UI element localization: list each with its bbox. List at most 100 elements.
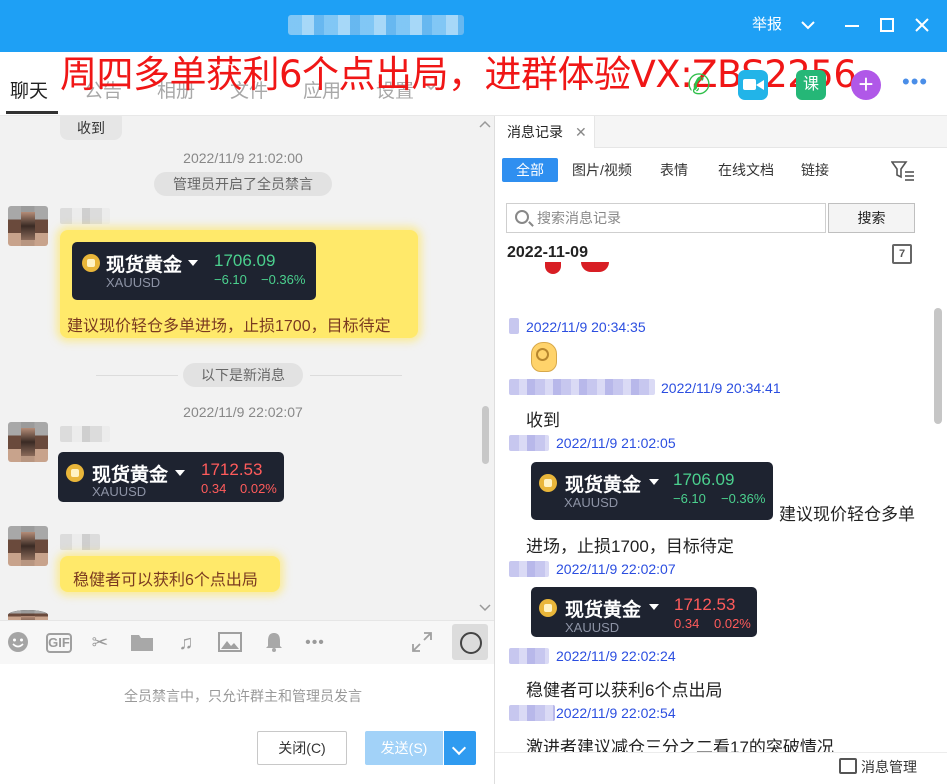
stock-quote-card[interactable]: 现货黄金 XAUUSD 1706.09 −6.10 −0.36%	[72, 242, 316, 300]
close-icon[interactable]	[914, 14, 930, 36]
stock-quote-card[interactable]: 现货黄金 XAUUSD 1712.53 0.34 0.02%	[58, 452, 284, 502]
message-text: 建议现价轻仓多单进场，止损1700，目标待定	[67, 318, 391, 335]
history-message-text: 收到	[526, 411, 560, 430]
stock-name: 现货黄金	[106, 255, 183, 276]
avatar[interactable]	[8, 206, 48, 246]
sender-name-redacted	[509, 435, 549, 451]
chevron-down-icon[interactable]	[800, 14, 818, 36]
phone-icon[interactable]: ✆	[684, 70, 714, 100]
chat-message-area[interactable]: 收到 2022/11/9 21:02:00 管理员开启了全员禁言 现货黄金 XA…	[0, 116, 494, 620]
history-clock-icon[interactable]	[452, 624, 488, 660]
stock-price: 1706.09	[214, 251, 276, 270]
stock-change-percent: 0.02%	[240, 481, 277, 496]
sender-name-redacted	[509, 705, 555, 721]
stock-name: 现货黄金	[565, 475, 642, 496]
ok-hand-emoji-icon[interactable]	[531, 342, 557, 372]
minimize-icon[interactable]	[844, 14, 860, 36]
image-thumbnail[interactable]	[531, 262, 655, 276]
history-scrollbar-thumb[interactable]	[934, 308, 942, 424]
more-icon[interactable]: •••	[902, 70, 936, 100]
close-tab-icon[interactable]: ✕	[575, 116, 587, 148]
stock-code: XAUUSD	[565, 620, 620, 635]
send-options-dropdown[interactable]	[444, 731, 476, 765]
video-call-icon[interactable]	[738, 70, 768, 100]
expand-icon[interactable]	[410, 631, 434, 655]
filter-all[interactable]: 全部	[502, 158, 558, 182]
scroll-down-icon[interactable]	[479, 602, 491, 616]
image-icon[interactable]	[218, 631, 242, 655]
add-icon[interactable]: +	[851, 70, 881, 100]
sender-name-redacted	[60, 208, 110, 224]
music-icon[interactable]: ♫	[174, 631, 198, 655]
history-message-text: 建议现价轻仓多单	[779, 505, 915, 524]
message-input-area[interactable]	[0, 664, 494, 784]
message-manager-icon[interactable]	[839, 758, 857, 774]
sender-name-redacted	[509, 648, 549, 664]
history-tab-label: 消息记录	[507, 124, 563, 140]
folder-icon[interactable]	[130, 631, 154, 655]
stock-price: 1712.53	[674, 595, 736, 614]
filter-images-videos[interactable]: 图片/视频	[565, 158, 639, 182]
close-button[interactable]: 关闭(C)	[257, 731, 347, 765]
sender-name-redacted	[60, 534, 100, 550]
bell-icon[interactable]	[262, 631, 286, 655]
filter-links[interactable]: 链接	[797, 158, 833, 182]
history-timestamp: 2022/11/9 20:34:41	[661, 380, 781, 396]
more-icon[interactable]: •••	[302, 631, 328, 655]
history-timestamp: 2022/11/9 20:34:35	[526, 319, 646, 335]
class-icon[interactable]: 课	[796, 70, 826, 100]
search-input[interactable]	[537, 207, 817, 229]
search-button[interactable]: 搜索	[828, 203, 915, 233]
stock-code: XAUUSD	[106, 275, 161, 290]
avatar[interactable]	[8, 526, 48, 566]
caret-down-icon	[188, 260, 198, 266]
history-date: 2022-11-09	[507, 244, 588, 261]
maximize-icon[interactable]	[880, 14, 894, 36]
send-button[interactable]: 发送(S)	[365, 731, 443, 765]
report-button[interactable]: 举报	[752, 14, 782, 36]
gold-icon	[539, 474, 557, 492]
mute-notice: 全员禁言中，只允许群主和管理员发言	[124, 688, 362, 704]
sender-name-redacted	[509, 318, 519, 334]
window-title-redacted	[288, 15, 464, 35]
divider	[96, 375, 178, 376]
overlay-banner-text: 周四多单获利6个点出局，进群体验VX:ZBS2256	[60, 53, 857, 96]
stock-quote-card[interactable]: 现货黄金 XAUUSD 1712.53 0.34 0.02%	[531, 587, 757, 637]
calendar-icon[interactable]: 7	[892, 244, 912, 264]
history-timestamp: 2022/11/9 22:02:07	[556, 561, 676, 577]
gold-icon	[539, 599, 557, 617]
stock-name: 现货黄金	[92, 465, 169, 486]
avatar[interactable]	[8, 422, 48, 462]
scroll-up-icon[interactable]	[479, 118, 491, 132]
message-manager-button[interactable]: 消息管理	[861, 757, 917, 777]
history-search-field[interactable]	[506, 203, 826, 233]
stock-change-percent: −0.36%	[261, 272, 306, 287]
emoji-icon[interactable]	[6, 631, 30, 655]
history-tab-bar: 消息记录 ✕	[495, 116, 947, 148]
message-bubble: 收到	[60, 116, 122, 140]
filter-online-docs[interactable]: 在线文档	[713, 158, 779, 182]
message-timestamp: 2022/11/9 21:02:00	[183, 150, 303, 166]
stock-code: XAUUSD	[92, 484, 147, 499]
chat-scrollbar[interactable]	[478, 116, 492, 620]
stock-price: 1712.53	[201, 460, 263, 479]
message-text: 稳健者可以获利6个点出局	[73, 572, 258, 589]
filter-stickers[interactable]: 表情	[653, 158, 695, 182]
stock-price: 1706.09	[673, 470, 735, 489]
tab-chat[interactable]: 聊天	[10, 76, 48, 103]
stock-change: −6.10	[214, 272, 247, 287]
stock-change: 0.34	[674, 616, 700, 631]
history-timestamp: 2022/11/9 21:02:05	[556, 435, 676, 451]
history-message-text: 稳健者可以获利6个点出局	[526, 681, 723, 700]
caret-down-icon	[175, 470, 185, 476]
stock-change: 0.34	[201, 481, 227, 496]
scissors-icon[interactable]: ✂	[88, 631, 112, 655]
gif-icon[interactable]: GIF	[46, 633, 72, 653]
divider	[310, 375, 402, 376]
filter-icon[interactable]	[890, 160, 915, 182]
stock-change: −6.10	[673, 491, 706, 506]
stock-quote-card[interactable]: 现货黄金 XAUUSD 1706.09 −6.10 −0.36%	[531, 462, 773, 520]
avatar[interactable]	[8, 610, 48, 620]
chat-scrollbar-thumb[interactable]	[482, 406, 489, 464]
new-messages-divider: 以下是新消息	[183, 363, 303, 387]
